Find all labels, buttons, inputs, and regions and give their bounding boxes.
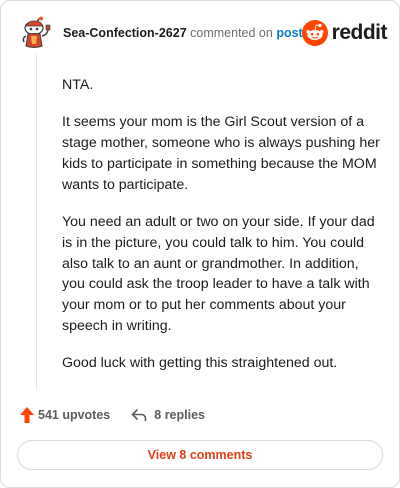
- comment-paragraph: NTA.: [62, 77, 94, 93]
- reddit-wordmark: reddit: [331, 21, 388, 44]
- comment-paragraph: It seems your mom is the Girl Scout vers…: [62, 114, 380, 193]
- reddit-logo[interactable]: reddit: [301, 19, 388, 47]
- comment-actions: 541 upvotes 8 replies: [19, 404, 205, 426]
- commented-on-text: commented on: [190, 26, 273, 40]
- reply-arrow-icon: [131, 409, 147, 422]
- comment-paragraph: You need an adult or two on your side. I…: [62, 213, 375, 334]
- comment-body: NTA. It seems your mom is the Girl Scout…: [62, 75, 380, 391]
- upvote-arrow-icon: [20, 407, 34, 423]
- comment-card: Sea-Confection-2627 commented on post re…: [0, 0, 400, 488]
- replies-count: 8 replies: [154, 408, 205, 422]
- snoo-avatar-icon: [22, 16, 51, 48]
- reddit-snoo-icon: [301, 20, 328, 46]
- view-comments-button[interactable]: View 8 comments: [17, 440, 383, 470]
- replies-button[interactable]: 8 replies: [131, 408, 205, 422]
- thread-line[interactable]: [36, 54, 37, 390]
- comment-paragraph: Good luck with getting this straightened…: [62, 355, 338, 372]
- comment-meta: Sea-Confection-2627 commented on post: [63, 26, 303, 40]
- post-link[interactable]: post: [276, 26, 302, 40]
- comment-header: Sea-Confection-2627 commented on post re…: [17, 16, 388, 52]
- avatar[interactable]: [21, 16, 53, 50]
- username-link[interactable]: Sea-Confection-2627: [63, 26, 187, 40]
- upvote-button[interactable]: 541 upvotes: [19, 406, 110, 424]
- upvote-count: 541 upvotes: [38, 408, 111, 422]
